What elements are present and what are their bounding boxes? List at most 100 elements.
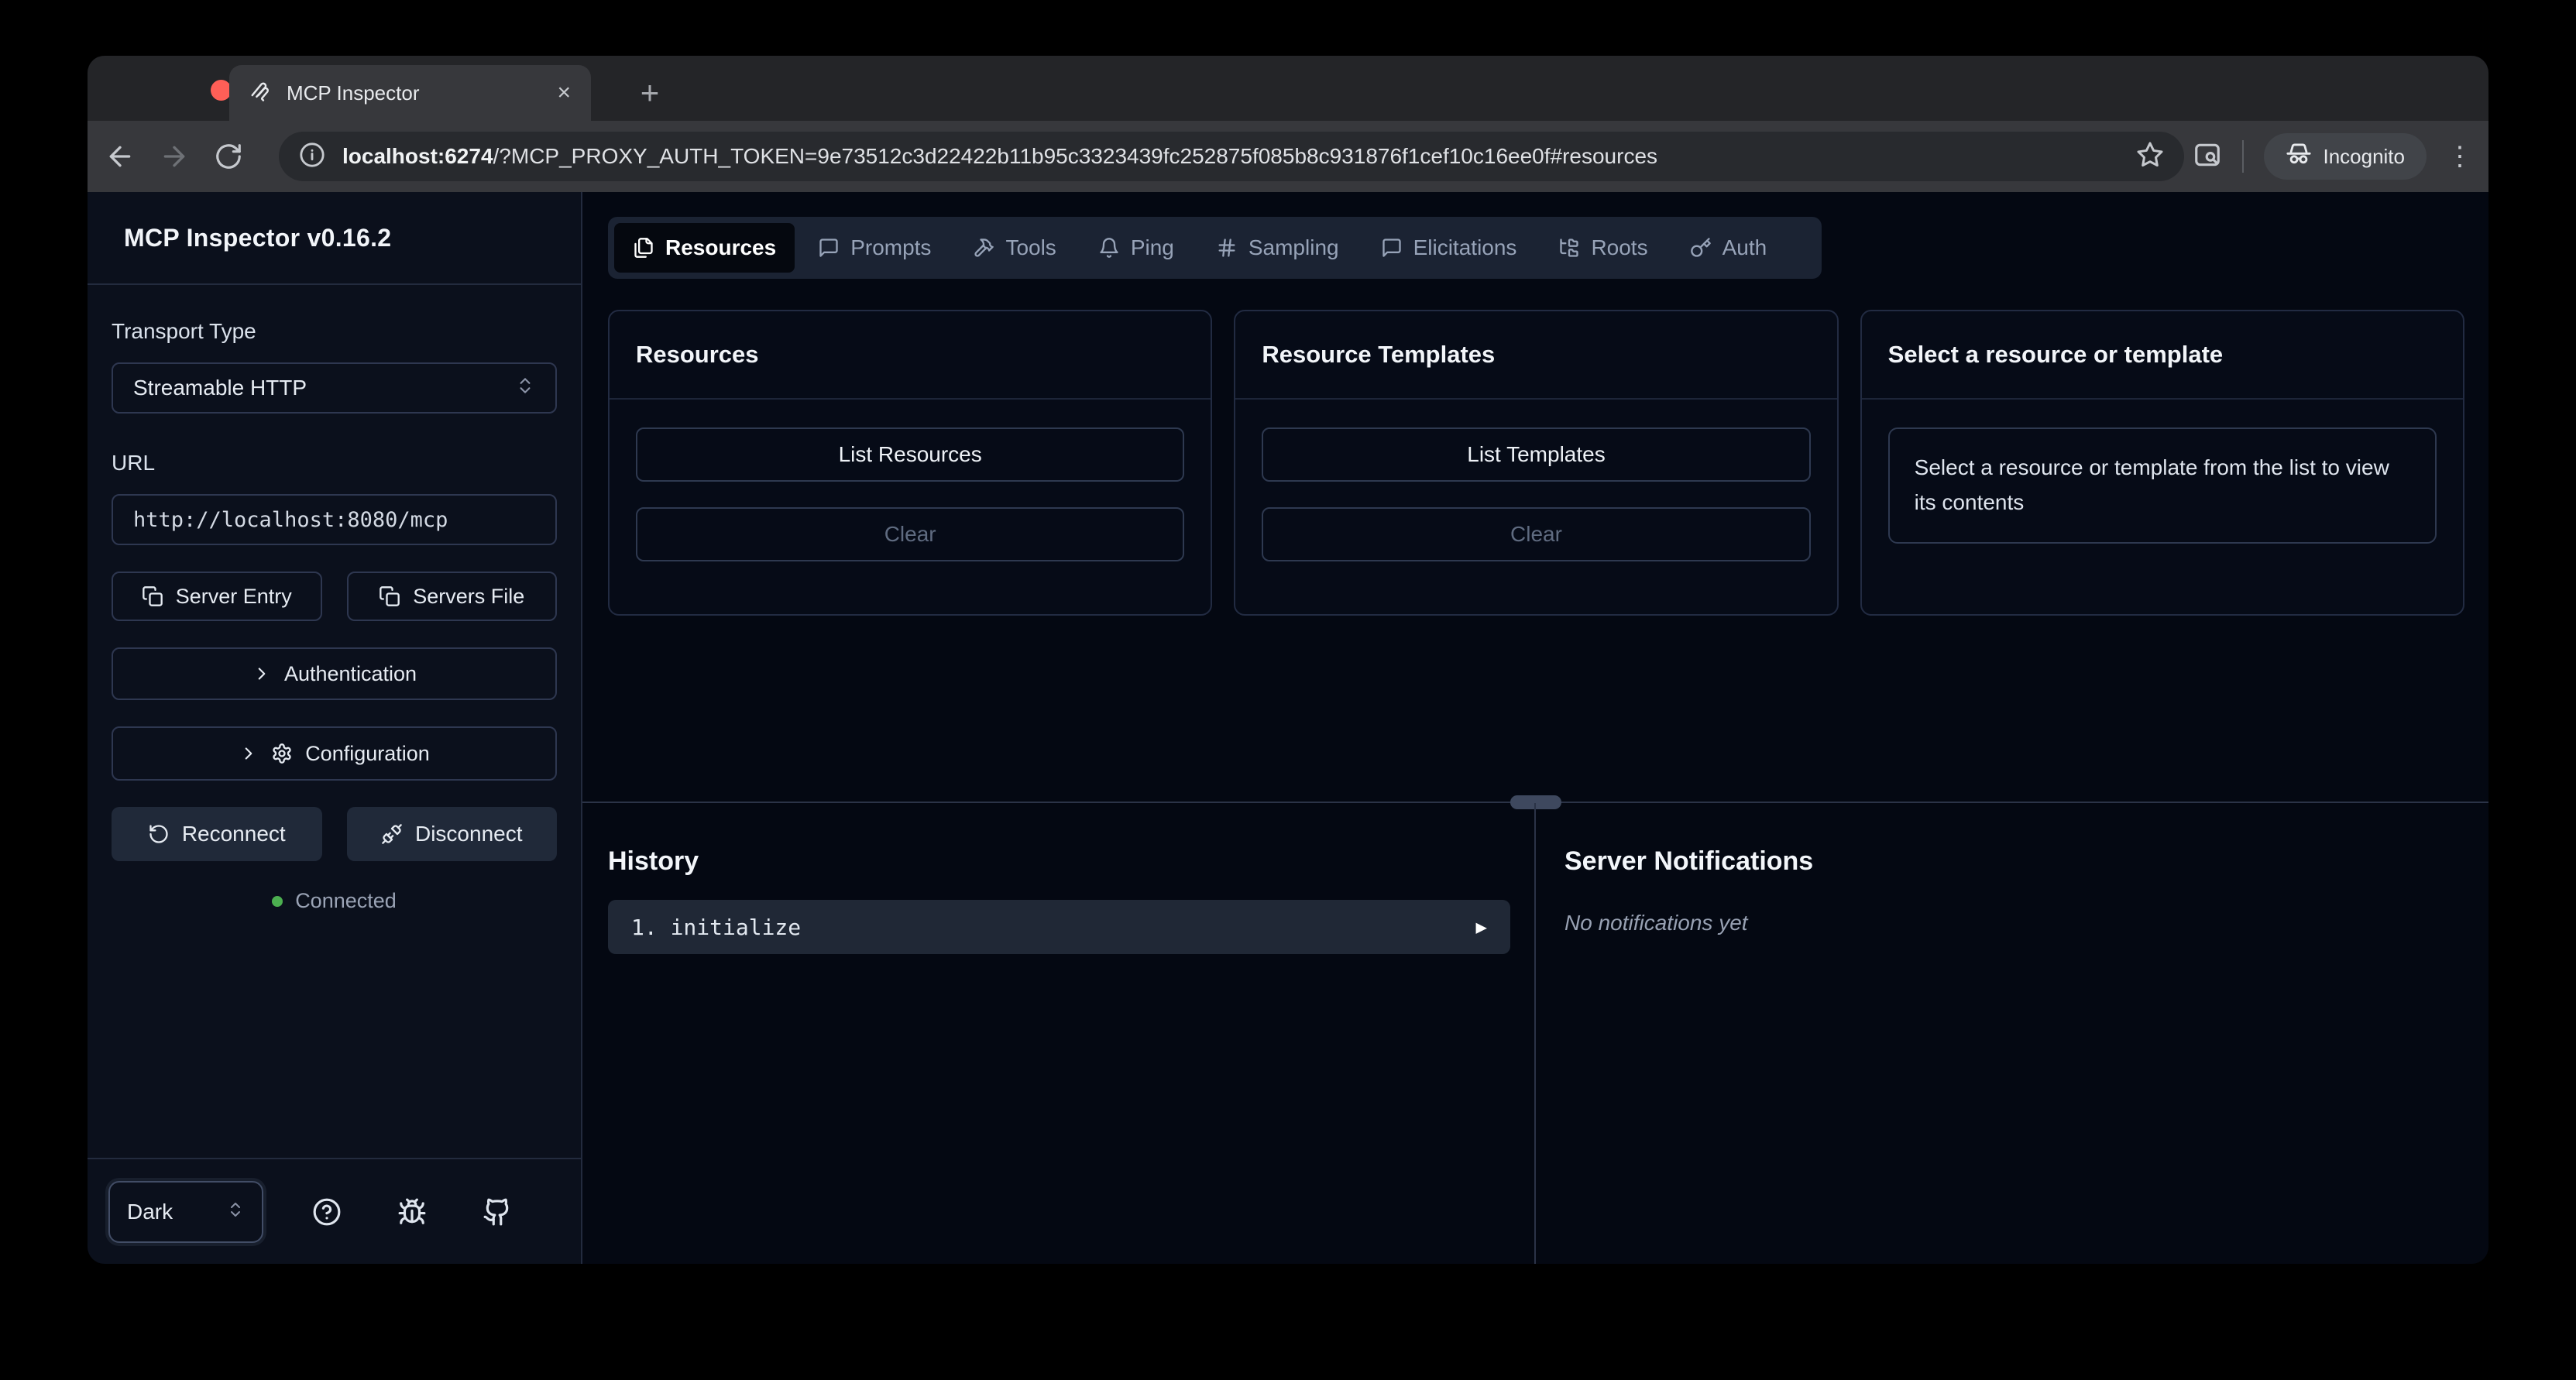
footer-icons: [263, 1197, 560, 1227]
server-entry-button[interactable]: Server Entry: [112, 572, 322, 621]
status-label: Connected: [295, 889, 397, 913]
status-dot: [272, 896, 283, 907]
browser-menu-icon[interactable]: ⋮: [2447, 141, 2473, 172]
tab-tools-label: Tools: [1005, 235, 1056, 260]
copy-icon: [379, 585, 400, 607]
files-icon: [633, 237, 654, 259]
connection-status: Connected: [112, 889, 557, 913]
restart-icon: [148, 823, 170, 845]
theme-value: Dark: [127, 1200, 173, 1224]
back-icon[interactable]: [98, 135, 142, 178]
server-url-input[interactable]: http://localhost:8080/mcp: [112, 494, 557, 545]
empty-selection-message: Select a resource or template from the l…: [1888, 427, 2437, 544]
sidebar-footer: Dark: [88, 1158, 581, 1264]
server-entry-label: Server Entry: [176, 585, 292, 609]
toolbar-right-cluster: Incognito ⋮: [2193, 121, 2473, 192]
forward-icon[interactable]: [153, 135, 196, 178]
transport-type-label: Transport Type: [112, 319, 557, 344]
incognito-badge: Incognito: [2264, 133, 2427, 180]
tab-resources-label: Resources: [665, 235, 776, 260]
theme-select[interactable]: Dark: [108, 1181, 263, 1243]
message-square-icon: [1381, 237, 1403, 259]
configuration-accordion[interactable]: Configuration: [112, 726, 557, 781]
folder-tree-icon: [1558, 237, 1580, 259]
reconnect-button[interactable]: Reconnect: [112, 807, 322, 861]
tab-tools[interactable]: Tools: [954, 223, 1074, 273]
history-item-label: 1. initialize: [631, 915, 801, 940]
entity-tabs: Resources Prompts Tools Ping: [608, 217, 1822, 279]
resources-card-title: Resources: [636, 341, 759, 369]
tab-sampling[interactable]: Sampling: [1197, 223, 1358, 273]
site-info-icon[interactable]: [299, 142, 325, 172]
resource-detail-card: Select a resource or template Select a r…: [1860, 310, 2464, 616]
configuration-label: Configuration: [305, 742, 430, 766]
sidebar-body: Transport Type Streamable HTTP URL http:…: [88, 285, 581, 913]
clear-resources-button[interactable]: Clear: [636, 507, 1184, 561]
browser-tab-strip: MCP Inspector × +: [88, 56, 2488, 121]
tab-close-icon[interactable]: ×: [557, 81, 571, 105]
key-icon: [1690, 237, 1712, 259]
tab-sampling-label: Sampling: [1249, 235, 1339, 260]
tab-title: MCP Inspector: [287, 81, 543, 105]
history-title: History: [608, 846, 1509, 877]
resource-panels: Resources List Resources Clear Resource …: [608, 310, 2464, 616]
url-label: URL: [112, 451, 557, 475]
github-icon[interactable]: [455, 1197, 540, 1227]
history-item[interactable]: 1. initialize ▶: [608, 900, 1510, 954]
authentication-accordion[interactable]: Authentication: [112, 647, 557, 700]
tab-elicitations-label: Elicitations: [1413, 235, 1517, 260]
gear-icon: [271, 743, 293, 764]
tab-roots[interactable]: Roots: [1540, 223, 1666, 273]
transport-type-value: Streamable HTTP: [133, 376, 307, 400]
help-icon[interactable]: [284, 1197, 369, 1227]
tab-ping-label: Ping: [1131, 235, 1174, 260]
browser-tab[interactable]: MCP Inspector ×: [229, 65, 591, 121]
history-pane: History 1. initialize ▶: [582, 803, 1534, 1264]
tab-elicitations[interactable]: Elicitations: [1362, 223, 1536, 273]
chevrons-up-down-icon: [226, 1200, 245, 1224]
tab-auth[interactable]: Auth: [1671, 223, 1786, 273]
disconnect-icon: [381, 823, 403, 845]
incognito-label: Incognito: [2323, 145, 2405, 169]
server-notifications-title: Server Notifications: [1564, 846, 2488, 877]
tab-prompts[interactable]: Prompts: [799, 223, 950, 273]
expand-arrow-icon[interactable]: ▶: [1476, 916, 1487, 938]
toolbar-separator: [2242, 140, 2244, 173]
list-templates-button[interactable]: List Templates: [1262, 427, 1810, 482]
disconnect-button[interactable]: Disconnect: [347, 807, 558, 861]
hash-icon: [1216, 237, 1238, 259]
clear-templates-button[interactable]: Clear: [1262, 507, 1810, 561]
url-text: localhost:6274/?MCP_PROXY_AUTH_TOKEN=9e7…: [342, 144, 2119, 169]
disconnect-label: Disconnect: [415, 822, 523, 846]
no-notifications-message: No notifications yet: [1564, 911, 2488, 935]
browser-toolbar: localhost:6274/?MCP_PROXY_AUTH_TOKEN=9e7…: [88, 121, 2488, 192]
chevrons-up-down-icon: [515, 376, 535, 401]
list-resources-button[interactable]: List Resources: [636, 427, 1184, 482]
reload-icon[interactable]: [207, 135, 250, 178]
app-title: MCP Inspector v0.16.2: [124, 224, 391, 252]
tab-auth-label: Auth: [1722, 235, 1767, 260]
tab-ping[interactable]: Ping: [1080, 223, 1193, 273]
tab-prompts-label: Prompts: [850, 235, 931, 260]
side-panel-search-icon[interactable]: [2193, 140, 2222, 173]
connection-sidebar: MCP Inspector v0.16.2 Transport Type Str…: [88, 192, 582, 1264]
new-tab-button[interactable]: +: [630, 73, 670, 113]
browser-window: MCP Inspector × + localhost:6274/?MCP_PR…: [88, 56, 2488, 1264]
close-window-button[interactable]: [211, 80, 232, 101]
server-url-value: http://localhost:8080/mcp: [133, 508, 448, 532]
url-path: /?MCP_PROXY_AUTH_TOKEN=9e73512c3d22422b1…: [493, 144, 1658, 168]
chevron-right-icon: [252, 664, 272, 684]
copy-icon: [142, 585, 163, 607]
mcp-logo-favicon-icon: [249, 80, 273, 107]
address-bar[interactable]: localhost:6274/?MCP_PROXY_AUTH_TOKEN=9e7…: [279, 132, 2184, 181]
bug-report-icon[interactable]: [369, 1197, 455, 1227]
resource-templates-card: Resource Templates List Templates Clear: [1234, 310, 1838, 616]
bookmark-star-icon[interactable]: [2136, 141, 2164, 173]
tab-resources[interactable]: Resources: [614, 223, 795, 273]
main-content: Resources Prompts Tools Ping: [582, 192, 2488, 1264]
transport-type-select[interactable]: Streamable HTTP: [112, 362, 557, 414]
reconnect-label: Reconnect: [182, 822, 286, 846]
servers-file-button[interactable]: Servers File: [347, 572, 558, 621]
desktop-background: MCP Inspector × + localhost:6274/?MCP_PR…: [0, 0, 2576, 1380]
incognito-icon: [2286, 141, 2312, 173]
